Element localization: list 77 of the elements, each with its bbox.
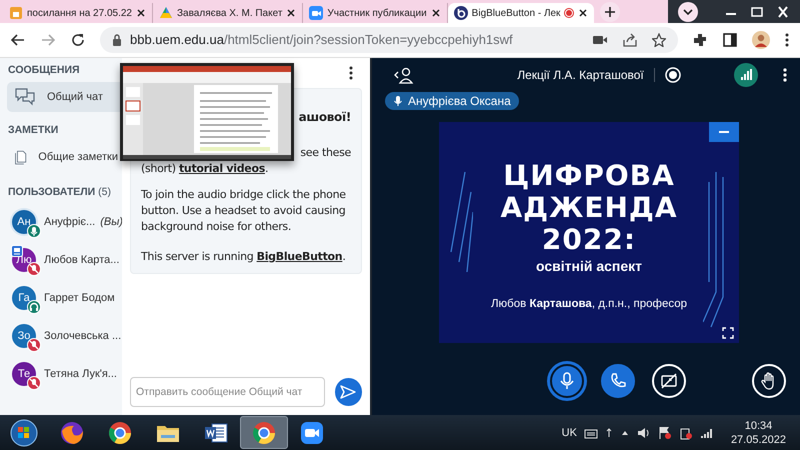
reload-icon[interactable] bbox=[70, 32, 86, 48]
record-dot-icon bbox=[564, 8, 574, 18]
section-heading: ЗАМЕТКИ bbox=[7, 124, 60, 136]
slide-subtitle: освітній аспект bbox=[536, 258, 642, 274]
welcome-text: This server is running BigBlueButton. bbox=[141, 248, 347, 265]
side-panel-icon[interactable] bbox=[722, 32, 738, 48]
new-tab-icon[interactable] bbox=[600, 2, 620, 22]
link[interactable]: tutorial videos bbox=[178, 162, 265, 175]
user-name[interactable]: Золочевська ... bbox=[44, 330, 122, 342]
up-arrow-icon[interactable] bbox=[620, 428, 630, 436]
close-icon[interactable] bbox=[286, 8, 296, 18]
welcome-text: ашової! bbox=[298, 108, 351, 125]
battery-icon[interactable] bbox=[678, 426, 693, 440]
address-field[interactable]: bbb.uem.edu.ua/html5client/join?sessionToken=yyebccpehiyh1swf bbox=[100, 26, 678, 53]
back-arrow-icon[interactable] bbox=[10, 32, 26, 48]
slide-title: 2022: bbox=[542, 224, 636, 256]
sidebar-item[interactable]: Общие заметки bbox=[7, 142, 122, 172]
lock-icon bbox=[112, 34, 122, 46]
signal-bars-icon[interactable] bbox=[700, 426, 714, 438]
letter-b-icon bbox=[454, 6, 468, 20]
triangle-icon bbox=[159, 6, 173, 20]
flag-icon[interactable] bbox=[658, 426, 672, 440]
start-orb-icon bbox=[10, 418, 38, 446]
star-icon[interactable] bbox=[652, 32, 666, 47]
speaker-icon[interactable] bbox=[636, 426, 651, 438]
raise-hand-button[interactable] bbox=[752, 364, 786, 398]
record-icon[interactable] bbox=[664, 66, 681, 83]
microphone-icon bbox=[393, 94, 403, 107]
welcome-text: (short) tutorial videos. bbox=[141, 160, 270, 177]
meeting-title: Лекції Л.А. Карташової bbox=[517, 68, 644, 82]
close-icon[interactable] bbox=[578, 8, 588, 18]
link[interactable]: BigBlueButton bbox=[256, 250, 342, 263]
maximize-icon[interactable] bbox=[750, 6, 764, 18]
share-icon[interactable] bbox=[622, 32, 638, 47]
video-camera-icon bbox=[309, 6, 324, 20]
slide-author: Любов Карташова, д.п.н., професор bbox=[490, 298, 688, 310]
you-label: (Вы) bbox=[100, 216, 123, 228]
browser-tab[interactable]: BigBlueButton - Лек bbox=[448, 3, 594, 23]
talking-indicator: Ануфрієва Оксана bbox=[385, 92, 519, 110]
clock-time[interactable]: 10:34 bbox=[744, 418, 772, 432]
clock-date[interactable]: 27.05.2022 bbox=[730, 432, 786, 446]
more-icon[interactable] bbox=[348, 64, 354, 81]
mic-button[interactable] bbox=[550, 364, 584, 398]
avatar-icon[interactable] bbox=[752, 30, 770, 49]
user-name[interactable]: Гаррет Бодом bbox=[44, 292, 115, 304]
section-heading: ПОЛЬЗОВАТЕЛИ bbox=[8, 186, 96, 198]
spreadsheet-icon bbox=[9, 6, 23, 20]
more-icon[interactable] bbox=[782, 66, 788, 83]
puzzle-icon[interactable] bbox=[692, 32, 708, 48]
minimize-button[interactable] bbox=[709, 122, 739, 142]
language-indicator[interactable]: UK bbox=[562, 426, 577, 438]
slide-title: АДЖЕНДА bbox=[500, 192, 678, 224]
keyboard-icon[interactable] bbox=[584, 426, 598, 438]
screen-share-off-icon bbox=[659, 371, 679, 391]
phone-button[interactable] bbox=[601, 364, 635, 398]
screen-button[interactable] bbox=[652, 364, 686, 398]
connection-status-icon[interactable] bbox=[734, 62, 758, 87]
user-list-icon[interactable] bbox=[394, 66, 414, 84]
fullscreen-icon[interactable] bbox=[722, 326, 734, 339]
message-field[interactable]: Отправить сообщение Общий чат bbox=[130, 377, 325, 407]
welcome-text: see these bbox=[299, 144, 351, 161]
more-icon[interactable] bbox=[784, 32, 790, 48]
close-icon[interactable] bbox=[776, 6, 790, 18]
send-button[interactable] bbox=[334, 378, 362, 406]
user-name[interactable]: Любов Карта... bbox=[44, 254, 120, 266]
video-camera-icon[interactable] bbox=[592, 34, 608, 46]
send-icon bbox=[339, 383, 358, 401]
welcome-text: To join the audio bridge click the phone button. Use a headset to avoid causing background noise for others. bbox=[141, 186, 347, 235]
user-name[interactable]: Ануфріє... bbox=[44, 216, 96, 228]
section-heading: СООБЩЕНИЯ bbox=[7, 64, 81, 76]
dropdown-icon[interactable] bbox=[678, 2, 698, 22]
sidebar-item[interactable]: Общий чат bbox=[7, 82, 122, 112]
slide-title: ЦИФРОВА bbox=[503, 160, 675, 192]
user-count: (5) bbox=[98, 186, 112, 198]
user-name[interactable]: Тетяна Лук'я... bbox=[44, 368, 117, 380]
close-icon[interactable] bbox=[430, 8, 441, 18]
close-icon[interactable] bbox=[136, 8, 146, 18]
